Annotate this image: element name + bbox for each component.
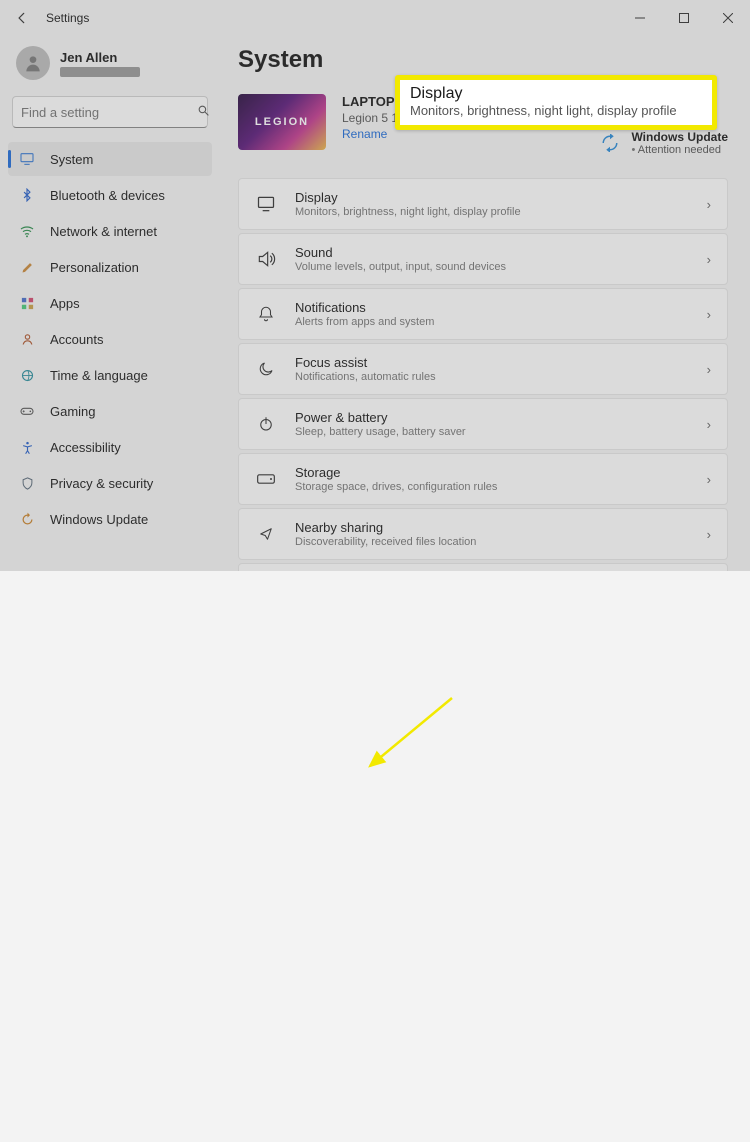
shield-icon <box>18 474 36 492</box>
chevron-right-icon: › <box>707 197 711 212</box>
update-title: Windows Update <box>631 130 728 144</box>
sidebar-item-accessibility[interactable]: Accessibility <box>8 430 212 464</box>
card-title: Nearby sharing <box>295 520 476 535</box>
card-sub: Volume levels, output, input, sound devi… <box>295 261 506 273</box>
chevron-right-icon: › <box>707 307 711 322</box>
settings-card-notifications[interactable]: NotificationsAlerts from apps and system… <box>238 288 728 340</box>
arrow-left-icon <box>15 11 29 25</box>
card-sub: Storage space, drives, configuration rul… <box>295 481 497 493</box>
card-title: Notifications <box>295 300 434 315</box>
maximize-button[interactable] <box>662 2 706 34</box>
sidebar-item-label: Accounts <box>50 332 103 347</box>
update-icon <box>18 510 36 528</box>
accessibility-icon <box>18 438 36 456</box>
user-name: Jen Allen <box>60 50 140 65</box>
gaming-icon <box>18 402 36 420</box>
settings-card-power[interactable]: Power & batterySleep, battery usage, bat… <box>238 398 728 450</box>
bluetooth-icon <box>18 186 36 204</box>
sidebar-item-personalization[interactable]: Personalization <box>8 250 212 284</box>
chevron-right-icon: › <box>707 362 711 377</box>
card-title: Power & battery <box>295 410 466 425</box>
sidebar-item-label: Personalization <box>50 260 139 275</box>
power-icon <box>255 415 277 433</box>
user-block[interactable]: Jen Allen <box>8 36 212 96</box>
sidebar-item-label: Time & language <box>50 368 148 383</box>
storage-icon <box>255 472 277 486</box>
sidebar-item-label: Network & internet <box>50 224 157 239</box>
page-title: System <box>238 46 728 74</box>
sidebar-item-label: System <box>50 152 93 167</box>
apps-icon <box>18 294 36 312</box>
moon-icon <box>255 360 277 378</box>
chevron-right-icon: › <box>707 472 711 487</box>
device-logo-text: LEGION <box>255 116 309 128</box>
display-icon <box>255 194 277 214</box>
search-input[interactable] <box>21 105 197 120</box>
windows-update-status[interactable]: Windows Update Attention needed <box>599 130 728 156</box>
card-sub: Notifications, automatic rules <box>295 371 436 383</box>
clock-globe-icon <box>18 366 36 384</box>
card-title: Focus assist <box>295 355 436 370</box>
minimize-icon <box>635 13 645 23</box>
card-sub: Monitors, brightness, night light, displ… <box>295 206 521 218</box>
accounts-icon <box>18 330 36 348</box>
device-image: LEGION <box>238 94 326 150</box>
settings-card-display[interactable]: DisplayMonitors, brightness, night light… <box>238 178 728 230</box>
sidebar-item-label: Gaming <box>50 404 96 419</box>
card-title: Sound <box>295 245 506 260</box>
update-sub: Attention needed <box>631 144 728 156</box>
sidebar-item-update[interactable]: Windows Update <box>8 502 212 536</box>
annotation-arrow <box>0 571 750 1142</box>
close-icon <box>723 13 733 23</box>
sidebar-item-apps[interactable]: Apps <box>8 286 212 320</box>
sidebar-item-gaming[interactable]: Gaming <box>8 394 212 428</box>
card-sub: Alerts from apps and system <box>295 316 434 328</box>
sidebar-item-bluetooth[interactable]: Bluetooth & devices <box>8 178 212 212</box>
brush-icon <box>18 258 36 276</box>
settings-card-multitasking[interactable]: Multitasking › <box>238 563 728 571</box>
user-email-redacted <box>60 67 140 77</box>
callout-sub: Monitors, brightness, night light, displ… <box>410 103 702 118</box>
sidebar-item-label: Accessibility <box>50 440 121 455</box>
settings-card-focus[interactable]: Focus assistNotifications, automatic rul… <box>238 343 728 395</box>
settings-card-sound[interactable]: SoundVolume levels, output, input, sound… <box>238 233 728 285</box>
system-icon <box>18 150 36 168</box>
sidebar-item-label: Bluetooth & devices <box>50 188 165 203</box>
card-title: Display <box>295 190 521 205</box>
sidebar-item-network[interactable]: Network & internet <box>8 214 212 248</box>
sidebar-item-time[interactable]: Time & language <box>8 358 212 392</box>
window-title: Settings <box>46 11 89 25</box>
settings-card-nearby[interactable]: Nearby sharingDiscoverability, received … <box>238 508 728 560</box>
search-icon <box>197 104 210 120</box>
minimize-button[interactable] <box>618 2 662 34</box>
close-button[interactable] <box>706 2 750 34</box>
card-sub: Discoverability, received files location <box>295 536 476 548</box>
sound-icon <box>255 249 277 269</box>
sidebar-item-privacy[interactable]: Privacy & security <box>8 466 212 500</box>
card-sub: Sleep, battery usage, battery saver <box>295 426 466 438</box>
wifi-icon <box>18 222 36 240</box>
chevron-right-icon: › <box>707 417 711 432</box>
card-title: Storage <box>295 465 497 480</box>
person-icon <box>23 53 43 73</box>
sidebar-item-label: Windows Update <box>50 512 148 527</box>
share-icon <box>255 525 277 543</box>
maximize-icon <box>679 13 689 23</box>
sidebar-item-accounts[interactable]: Accounts <box>8 322 212 356</box>
sidebar-item-system[interactable]: System <box>8 142 212 176</box>
callout-title: Display <box>410 85 702 103</box>
chevron-right-icon: › <box>707 252 711 267</box>
bell-icon <box>255 305 277 323</box>
back-button[interactable] <box>10 6 34 30</box>
sidebar-item-label: Apps <box>50 296 80 311</box>
chevron-right-icon: › <box>707 527 711 542</box>
avatar <box>16 46 50 80</box>
sync-icon <box>599 132 621 154</box>
search-box[interactable] <box>12 96 208 128</box>
sidebar-item-label: Privacy & security <box>50 476 153 491</box>
annotation-callout: Display Monitors, brightness, night ligh… <box>395 75 717 130</box>
settings-card-storage[interactable]: StorageStorage space, drives, configurat… <box>238 453 728 505</box>
